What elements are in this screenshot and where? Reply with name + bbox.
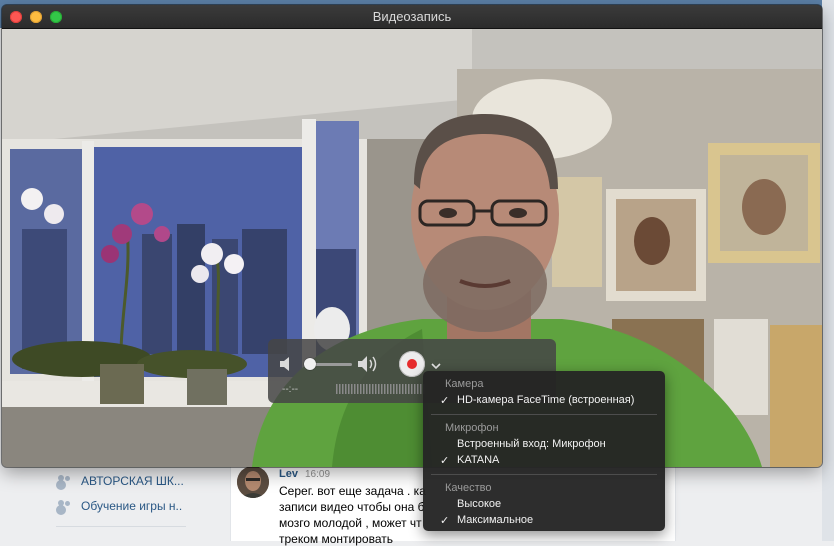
menu-item-label: HD-камера FaceTime (встроенная) bbox=[457, 394, 635, 406]
sidebar-item-label: Обучение игры н.. bbox=[81, 499, 183, 513]
message-text-line: записи видео чтобы она б bbox=[279, 500, 425, 514]
record-button[interactable] bbox=[399, 351, 425, 377]
recording-time: --:-- bbox=[282, 384, 299, 395]
menu-item-builtin-mic[interactable]: Встроенный вход: Микрофон bbox=[423, 437, 665, 453]
message-text-line: Серег. вот еще задача . ка bbox=[279, 484, 426, 498]
volume-slider-knob[interactable] bbox=[304, 358, 316, 370]
group-icon bbox=[56, 475, 72, 487]
menu-item-label: Высокое bbox=[457, 498, 502, 510]
menu-separator bbox=[431, 474, 657, 475]
checkmark-icon: ✓ bbox=[440, 395, 450, 407]
checkmark-icon: ✓ bbox=[440, 455, 450, 467]
menu-item-label: KATANA bbox=[457, 454, 500, 466]
menu-item-facetime-camera[interactable]: ✓ HD-камера FaceTime (встроенная) bbox=[423, 393, 665, 409]
title-bar[interactable]: Видеозапись bbox=[2, 5, 822, 29]
message-text-line: мозго молодой , может чт bbox=[279, 516, 422, 530]
checkmark-icon: ✓ bbox=[440, 515, 450, 527]
recording-options-menu: Камера ✓ HD-камера FaceTime (встроенная)… bbox=[423, 371, 665, 531]
sidebar-item-community-2[interactable]: Обучение игры н.. bbox=[56, 497, 182, 515]
background-page-edge bbox=[822, 0, 834, 541]
message-text-line: треком монтировать bbox=[279, 532, 393, 546]
window-title: Видеозапись bbox=[372, 9, 452, 24]
menu-item-quality-max[interactable]: ✓ Максимальное bbox=[423, 513, 665, 529]
menu-header-quality: Качество bbox=[445, 482, 492, 494]
menu-separator bbox=[431, 414, 657, 415]
video-recording-window: Видеозапись --:-- bbox=[2, 5, 822, 467]
message-author[interactable]: Lev bbox=[279, 468, 298, 480]
menu-header-camera: Камера bbox=[445, 378, 484, 390]
menu-item-label: Максимальное bbox=[457, 514, 534, 526]
sidebar-item-label: АВТОРСКАЯ ШК... bbox=[81, 474, 184, 488]
menu-item-label: Встроенный вход: Микрофон bbox=[457, 438, 606, 450]
avatar[interactable] bbox=[237, 466, 269, 498]
sidebar-item-community-1[interactable]: АВТОРСКАЯ ШК... bbox=[56, 472, 184, 490]
menu-header-microphone: Микрофон bbox=[445, 422, 499, 434]
audio-level-meter bbox=[336, 384, 425, 394]
sidebar-divider bbox=[56, 526, 186, 527]
message-time: 16:09 bbox=[305, 469, 331, 480]
chevron-down-icon[interactable] bbox=[431, 363, 441, 370]
group-icon bbox=[56, 500, 72, 512]
volume-high-icon bbox=[358, 356, 377, 372]
menu-item-katana[interactable]: ✓ KATANA bbox=[423, 453, 665, 469]
volume-low-icon bbox=[280, 357, 289, 371]
menu-item-quality-high[interactable]: Высокое bbox=[423, 497, 665, 513]
